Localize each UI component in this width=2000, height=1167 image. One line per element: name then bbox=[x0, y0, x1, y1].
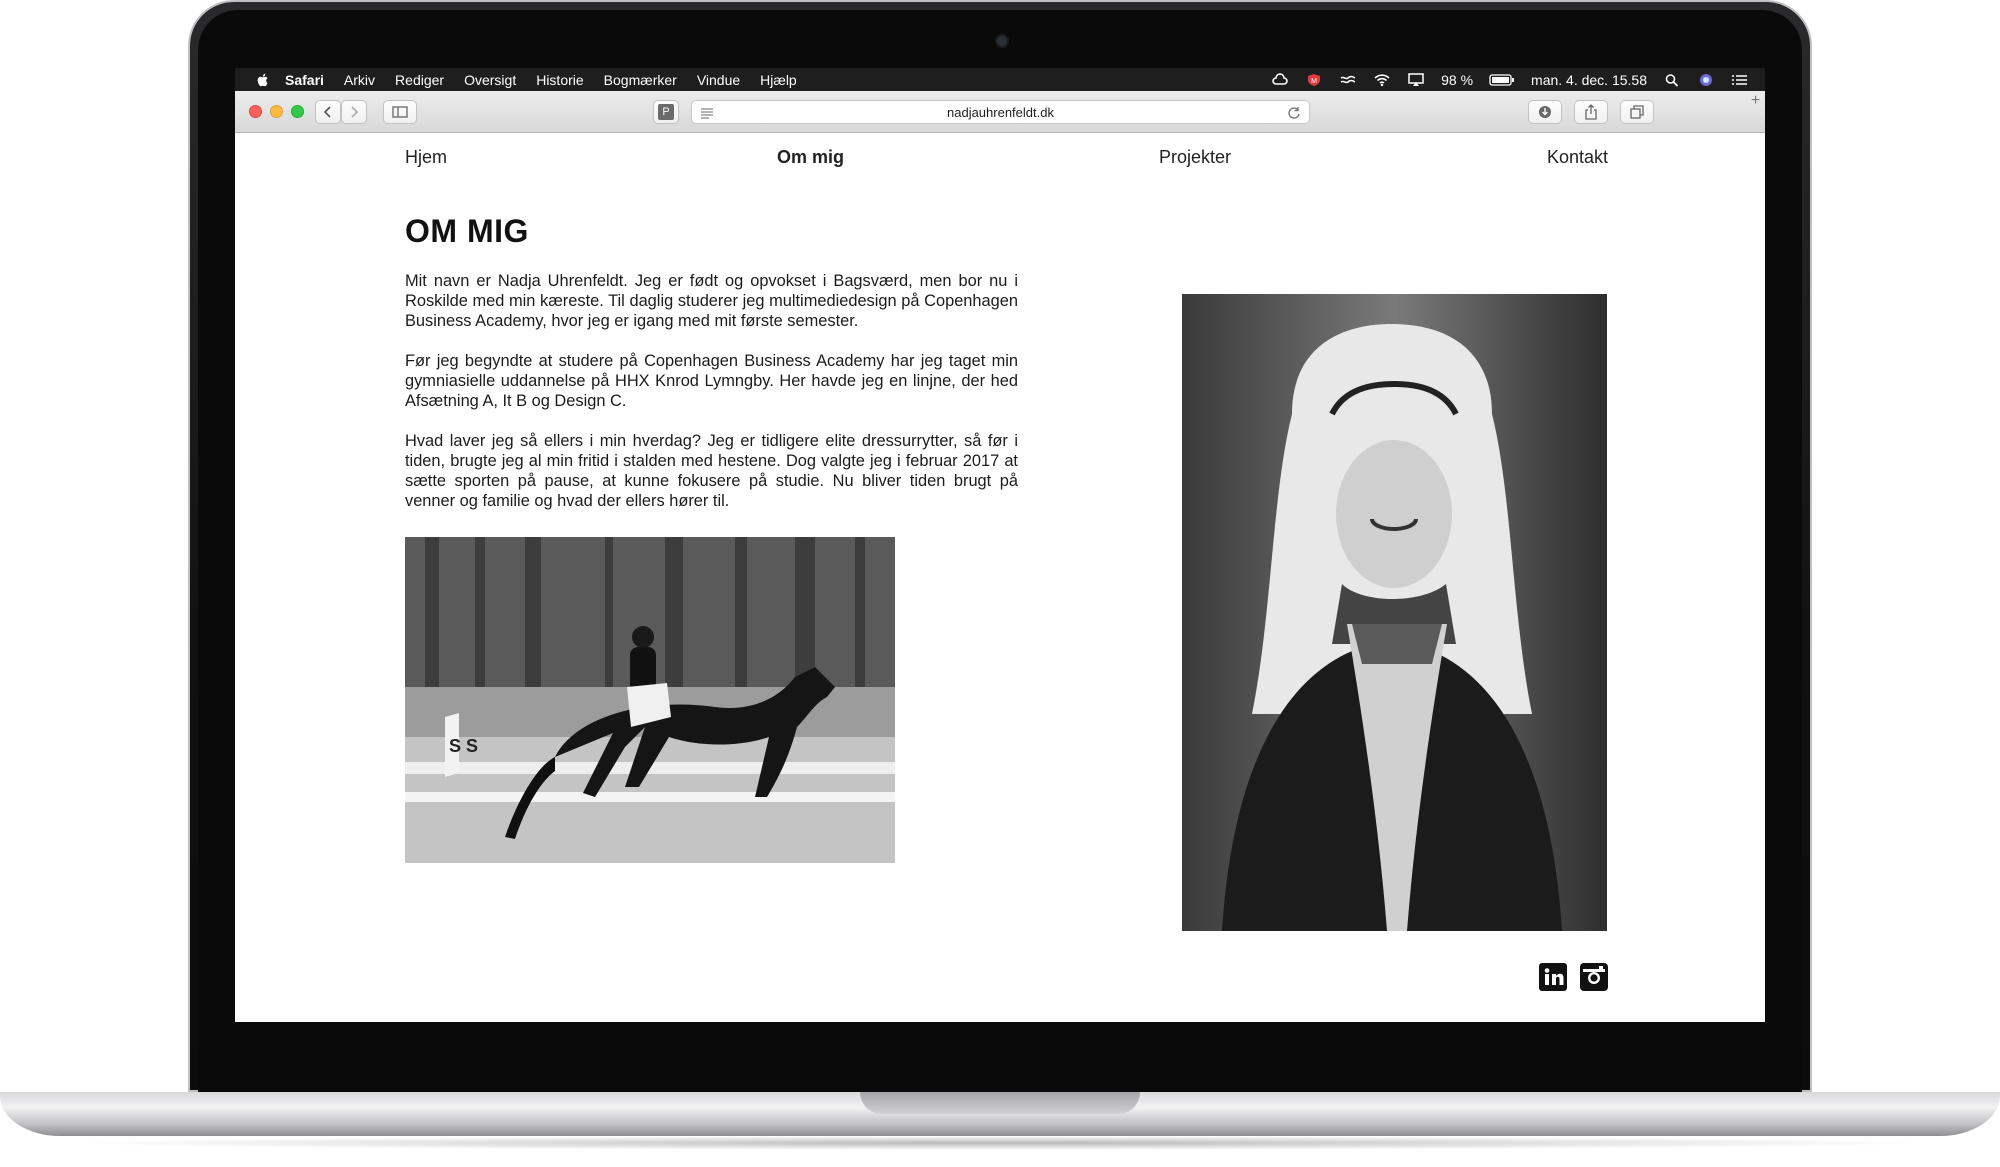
laptop-shadow bbox=[60, 1136, 1940, 1150]
hobby-paragraph: Hvad laver jeg så ellers i min hverdag? … bbox=[405, 432, 1018, 510]
menu-extras: M 98 % man. 4. dec. 15.58 bbox=[1271, 68, 1749, 91]
reload-icon[interactable] bbox=[1287, 106, 1301, 120]
reader-view-icon[interactable] bbox=[700, 107, 714, 119]
clock[interactable]: man. 4. dec. 15.58 bbox=[1531, 72, 1647, 88]
nav-projects[interactable]: Projekter bbox=[1159, 147, 1231, 168]
apple-icon[interactable] bbox=[255, 72, 271, 88]
menu-item-hjaelp[interactable]: Hjælp bbox=[760, 72, 797, 88]
share-icon bbox=[1585, 104, 1597, 120]
wave-icon[interactable] bbox=[1339, 73, 1357, 87]
tabs-overview-button[interactable] bbox=[1620, 100, 1654, 124]
creative-cloud-icon[interactable] bbox=[1271, 72, 1289, 87]
chevron-left-icon bbox=[323, 106, 331, 118]
nav-contact[interactable]: Kontakt bbox=[1547, 147, 1608, 168]
page-title: OM MIG bbox=[405, 213, 529, 249]
nav-about[interactable]: Om mig bbox=[777, 147, 844, 168]
chevron-right-icon bbox=[351, 106, 359, 118]
product-mockup: Safari Arkiv Rediger Oversigt Historie B… bbox=[0, 0, 2000, 1167]
url-text: nadjauhrenfeldt.dk bbox=[947, 104, 1054, 120]
siri-icon[interactable] bbox=[1697, 73, 1715, 87]
camera-icon bbox=[995, 34, 1009, 48]
dressage-photo: S S bbox=[405, 537, 895, 863]
battery-icon[interactable] bbox=[1489, 73, 1515, 87]
arena-marker: S S bbox=[449, 736, 478, 756]
menu-app-name[interactable]: Safari bbox=[285, 72, 324, 88]
zoom-window-button[interactable] bbox=[291, 105, 304, 118]
intro-paragraph: Mit navn er Nadja Uhrenfeldt. Jeg er fød… bbox=[405, 272, 1018, 330]
sidebar-icon bbox=[392, 106, 408, 118]
shield-icon[interactable]: M bbox=[1305, 73, 1323, 87]
close-window-button[interactable] bbox=[249, 105, 262, 118]
forward-button[interactable] bbox=[341, 100, 367, 124]
share-button[interactable] bbox=[1574, 100, 1608, 124]
screen: Safari Arkiv Rediger Oversigt Historie B… bbox=[235, 68, 1765, 1022]
downloads-button[interactable] bbox=[1528, 100, 1562, 124]
notification-center-icon[interactable] bbox=[1731, 73, 1749, 87]
new-tab-button[interactable]: + bbox=[1746, 91, 1765, 110]
education-paragraph: Før jeg begyndte at studere på Copenhage… bbox=[405, 352, 1018, 410]
download-icon bbox=[1539, 106, 1551, 118]
address-bar[interactable]: nadjauhrenfeldt.dk bbox=[691, 100, 1310, 124]
tabs-icon bbox=[1630, 105, 1644, 119]
instagram-icon[interactable] bbox=[1580, 963, 1608, 991]
minimize-window-button[interactable] bbox=[270, 105, 283, 118]
menu-item-oversigt[interactable]: Oversigt bbox=[464, 72, 516, 88]
menu-item-rediger[interactable]: Rediger bbox=[395, 72, 444, 88]
menu-item-arkiv[interactable]: Arkiv bbox=[344, 72, 375, 88]
sidebar-button[interactable] bbox=[383, 100, 417, 124]
menu-bar: Safari Arkiv Rediger Oversigt Historie B… bbox=[235, 68, 1765, 91]
search-icon[interactable] bbox=[1663, 73, 1681, 87]
browser-toolbar: P nadjauhrenfeldt.dk bbox=[235, 91, 1765, 133]
portrait-photo bbox=[1182, 294, 1607, 931]
svg-text:M: M bbox=[1311, 78, 1317, 85]
window-controls bbox=[249, 105, 304, 118]
menu-item-bogmaerker[interactable]: Bogmærker bbox=[604, 72, 677, 88]
nav-home[interactable]: Hjem bbox=[405, 147, 447, 168]
extension-button[interactable]: P bbox=[653, 100, 679, 124]
reader-badge: P bbox=[658, 104, 674, 120]
linkedin-icon[interactable] bbox=[1539, 963, 1567, 991]
airplay-icon[interactable] bbox=[1407, 72, 1425, 87]
laptop-notch bbox=[860, 1092, 1140, 1114]
menu-item-vindue[interactable]: Vindue bbox=[697, 72, 740, 88]
battery-percentage: 98 % bbox=[1441, 71, 1474, 88]
menu-item-historie[interactable]: Historie bbox=[536, 72, 583, 88]
wifi-icon[interactable] bbox=[1373, 73, 1391, 87]
web-page: Hjem Om mig Projekter Kontakt OM MIG Mit… bbox=[235, 133, 1765, 1022]
back-button[interactable] bbox=[315, 100, 341, 124]
